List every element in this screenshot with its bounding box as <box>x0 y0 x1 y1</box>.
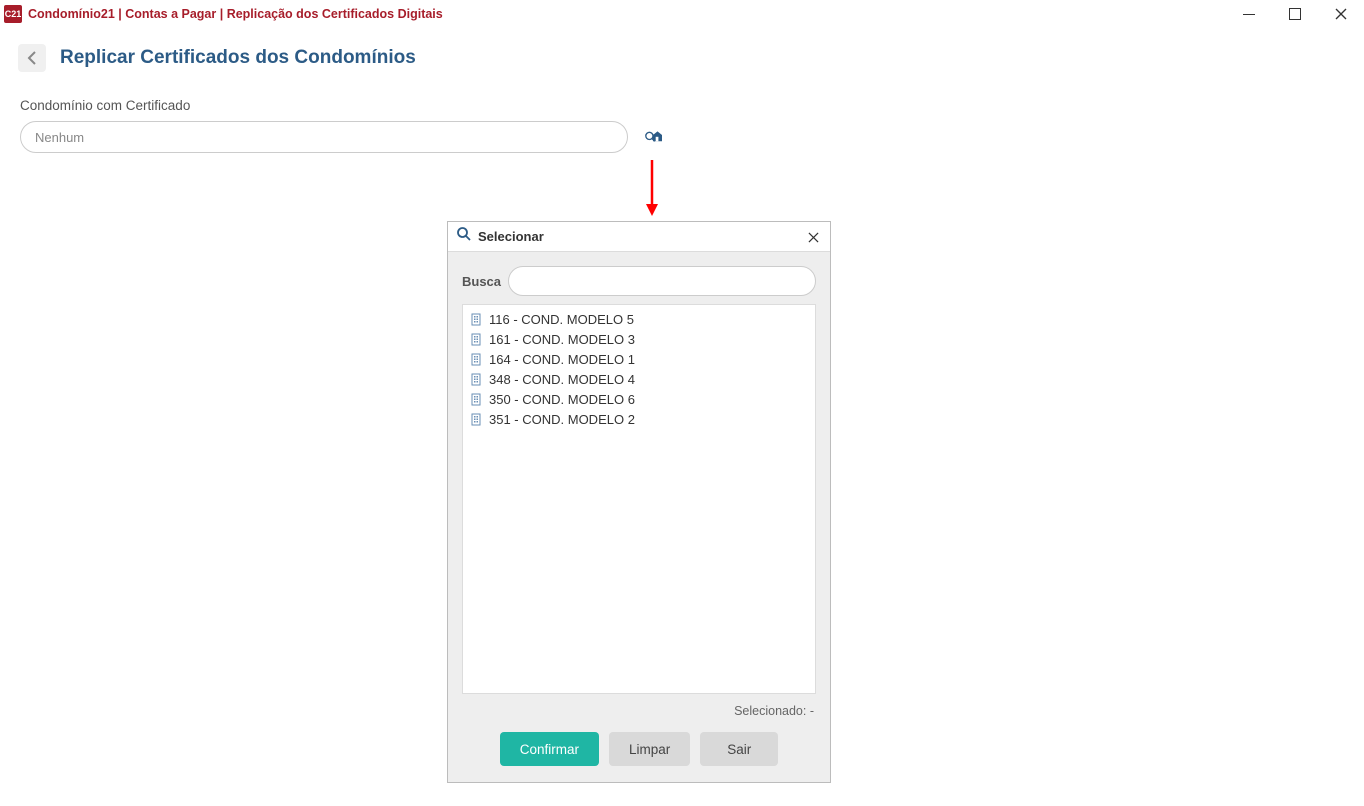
list-item[interactable]: 348 - COND. MODELO 4 <box>467 369 811 389</box>
building-icon <box>469 412 483 426</box>
dialog-search-label: Busca <box>462 274 508 289</box>
dialog-header: Selecionar <box>448 222 830 252</box>
building-icon <box>469 312 483 326</box>
list-item[interactable]: 351 - COND. MODELO 2 <box>467 409 811 429</box>
lookup-condo-icon[interactable] <box>644 126 662 149</box>
certificate-field-label: Condomínio com Certificado <box>20 98 1364 113</box>
list-item-label: 350 - COND. MODELO 6 <box>489 392 635 407</box>
form-area: Condomínio com Certificado <box>20 98 1364 153</box>
title-bar: C21 Condomínio21 | Contas a Pagar | Repl… <box>0 0 1364 28</box>
select-dialog: Selecionar Busca 116 - COND. MODELO 5 161… <box>447 221 831 783</box>
window-title: Condomínio21 | Contas a Pagar | Replicaç… <box>28 7 443 21</box>
confirm-button[interactable]: Confirmar <box>500 732 599 766</box>
exit-button[interactable]: Sair <box>700 732 778 766</box>
window-controls <box>1226 0 1364 28</box>
list-item[interactable]: 161 - COND. MODELO 3 <box>467 329 811 349</box>
list-item-label: 351 - COND. MODELO 2 <box>489 412 635 427</box>
dialog-button-row: Confirmar Limpar Sair <box>448 718 830 782</box>
app-icon: C21 <box>4 5 22 23</box>
certificate-input[interactable] <box>20 121 628 153</box>
list-item-label: 161 - COND. MODELO 3 <box>489 332 635 347</box>
list-item-label: 116 - COND. MODELO 5 <box>489 312 634 327</box>
page-title: Replicar Certificados dos Condomínios <box>60 47 416 69</box>
dialog-list: 116 - COND. MODELO 5 161 - COND. MODELO 3… <box>462 304 816 694</box>
list-item[interactable]: 164 - COND. MODELO 1 <box>467 349 811 369</box>
list-item-label: 164 - COND. MODELO 1 <box>489 352 635 367</box>
dialog-search-row: Busca <box>448 252 830 304</box>
close-window-button[interactable] <box>1318 0 1364 28</box>
dialog-search-input[interactable] <box>508 266 816 296</box>
building-icon <box>469 372 483 386</box>
building-icon <box>469 352 483 366</box>
page-header: Replicar Certificados dos Condomínios <box>18 44 1364 72</box>
list-item[interactable]: 350 - COND. MODELO 6 <box>467 389 811 409</box>
dialog-selected-label: Selecionado: - <box>448 694 830 718</box>
certificate-field-row <box>20 121 1364 153</box>
clear-button[interactable]: Limpar <box>609 732 690 766</box>
minimize-button[interactable] <box>1226 0 1272 28</box>
list-item-label: 348 - COND. MODELO 4 <box>489 372 635 387</box>
maximize-button[interactable] <box>1272 0 1318 28</box>
search-icon <box>456 226 472 247</box>
list-item[interactable]: 116 - COND. MODELO 5 <box>467 309 811 329</box>
building-icon <box>469 392 483 406</box>
dialog-title: Selecionar <box>478 229 544 244</box>
dialog-close-button[interactable] <box>802 226 824 248</box>
arrow-annotation-icon <box>645 160 659 221</box>
building-icon <box>469 332 483 346</box>
back-button[interactable] <box>18 44 46 72</box>
